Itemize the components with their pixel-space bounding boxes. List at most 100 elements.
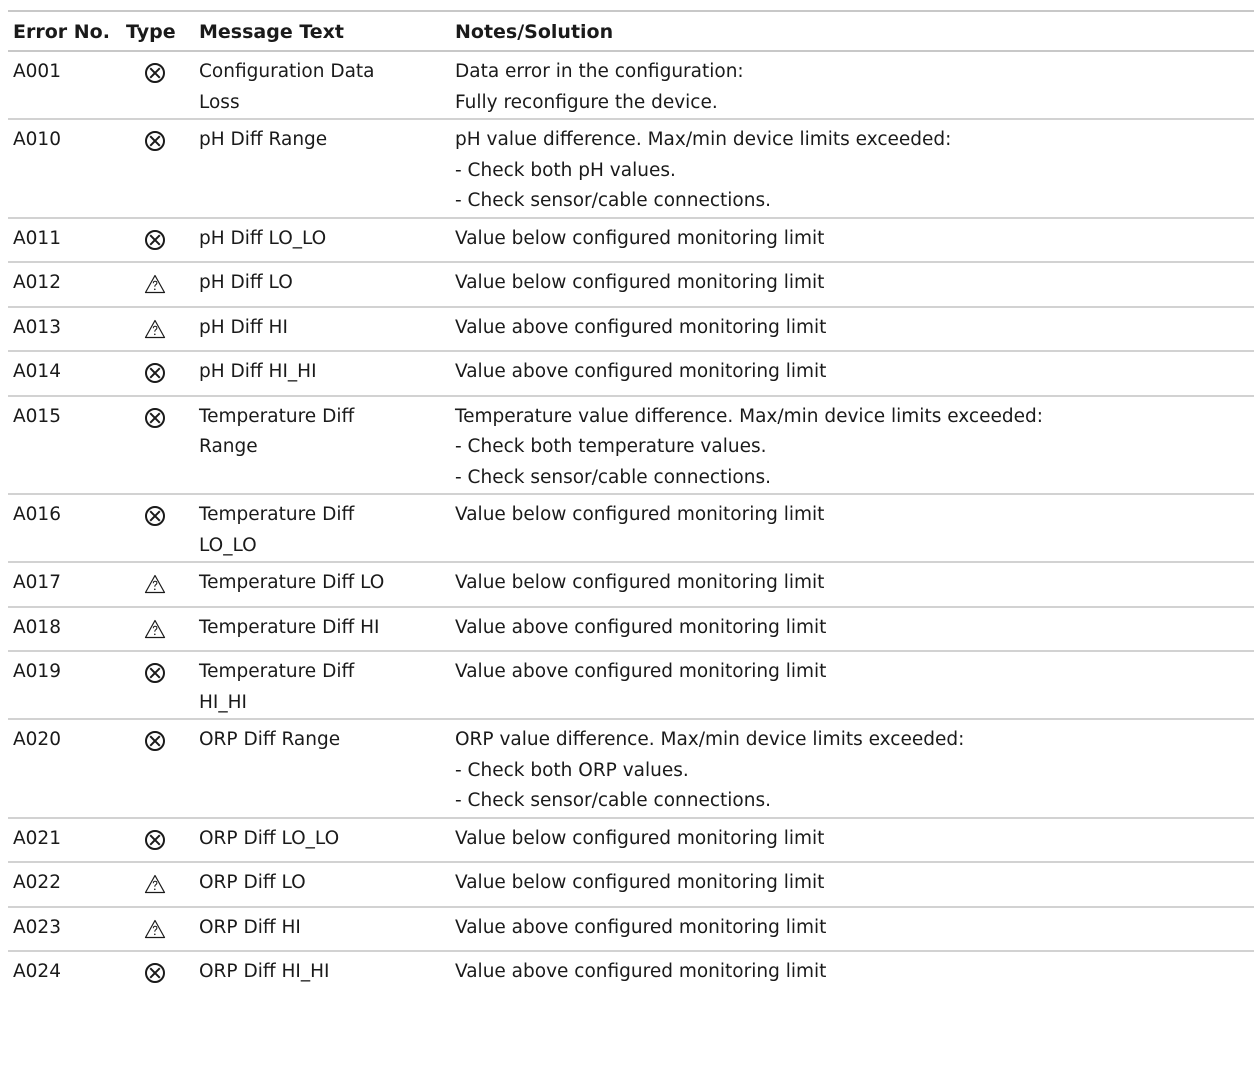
message-text-cell: ORP Diff LO_LO xyxy=(194,817,450,863)
error-number-cell: A021 xyxy=(8,817,121,863)
message-text-cell: pH Diff LO_LO xyxy=(194,217,450,263)
message-text-cell: pH Diff HI_HI xyxy=(194,351,450,397)
notes-solution-cell: Value below configured monitoring limit xyxy=(450,262,1254,308)
error-number-cell: A023 xyxy=(8,906,121,952)
warning-icon xyxy=(144,318,166,340)
error-number-cell: A018 xyxy=(8,606,121,652)
table-row: A018 Temperature Diff HI Value above confi… xyxy=(8,606,1254,652)
error-number-cell: A015 xyxy=(8,395,121,495)
message-text-line: LO_LO xyxy=(199,534,257,556)
notes-line: Value above configured monitoring limit xyxy=(455,661,827,682)
message-text-line: Temperature Diff xyxy=(199,405,355,427)
notes-line: - Check both ORP values. xyxy=(455,759,689,781)
notes-line: - Check sensor/cable connections. xyxy=(455,466,771,488)
message-text-cell: Configuration Data Loss xyxy=(194,51,450,120)
table-row: A014 pH Diff HI_HI Value above configured … xyxy=(8,351,1254,397)
notes-solution-cell: Value below configured monitoring limit xyxy=(450,494,1254,563)
error-number-cell: A024 xyxy=(13,961,61,982)
notes-solution-cell: Value above configured monitoring limit xyxy=(450,906,1254,952)
failure-icon xyxy=(144,362,166,384)
error-number-cell: A019 xyxy=(8,651,121,720)
notes-solution-cell: ORP value difference. Max/min device lim… xyxy=(450,719,1254,819)
notes-line: pH value difference. Max/min device limi… xyxy=(455,129,952,150)
header-type: Type xyxy=(121,10,194,52)
message-text-cell: Temperature Diff HI_HI xyxy=(194,651,450,720)
table-row: A010 pH Diff Range pH value difference. Ma… xyxy=(8,119,1254,219)
type-cell xyxy=(121,562,194,608)
message-text-line: ORP Diff HI_HI xyxy=(199,961,330,982)
message-text-line: HI_HI xyxy=(199,691,247,713)
notes-solution-cell: Value above configured monitoring limit xyxy=(450,951,1254,995)
table-row: A024 ORP Diff HI_HI Value above configured… xyxy=(8,951,1254,995)
table-row: A023 ORP Diff HI Value above configured mo… xyxy=(8,906,1254,952)
message-text-line: pH Diff Range xyxy=(199,129,328,150)
type-cell xyxy=(121,306,194,352)
notes-line: Value below configured monitoring limit xyxy=(455,272,825,293)
error-number-cell: A012 xyxy=(8,262,121,308)
error-number-cell: A011 xyxy=(8,217,121,263)
notes-solution-cell: Temperature value difference. Max/min de… xyxy=(450,395,1254,495)
message-text-line: Loss xyxy=(199,91,240,113)
table-row: A011 pH Diff LO_LO Value below configured … xyxy=(8,217,1254,263)
notes-line: - Check sensor/cable connections. xyxy=(455,790,771,811)
notes-solution-cell: Value below configured monitoring limit xyxy=(450,817,1254,863)
notes-line: ORP value difference. Max/min device lim… xyxy=(455,729,965,750)
message-text-cell: ORP Diff HI xyxy=(194,906,450,952)
notes-line: Value below configured monitoring limit xyxy=(455,504,825,525)
notes-line: - Check sensor/cable connections. xyxy=(455,190,771,211)
notes-line: Value below configured monitoring limit xyxy=(455,827,825,849)
type-cell xyxy=(121,951,194,995)
failure-icon xyxy=(144,130,166,152)
message-text-line: pH Diff HI xyxy=(199,316,288,338)
message-text-cell: pH Diff LO xyxy=(194,262,450,308)
notes-line: Value above configured monitoring limit xyxy=(455,361,827,382)
type-cell xyxy=(121,395,194,495)
header-message-text: Message Text xyxy=(194,10,450,52)
notes-line: Value below configured monitoring limit xyxy=(455,572,825,593)
type-cell xyxy=(121,606,194,652)
message-text-cell: Temperature Diff HI xyxy=(194,606,450,652)
table-row: A017 Temperature Diff LO Value below confi… xyxy=(8,562,1254,608)
error-number-cell: A013 xyxy=(8,306,121,352)
table-body: A001 Configuration Data Loss Data error in … xyxy=(8,51,1254,995)
message-text-line: pH Diff LO_LO xyxy=(199,227,327,249)
type-cell xyxy=(121,906,194,952)
type-cell xyxy=(121,719,194,819)
type-cell xyxy=(121,351,194,397)
message-text-line: Configuration Data xyxy=(199,61,375,82)
message-text-line: pH Diff LO xyxy=(199,272,293,293)
notes-line: Value below configured monitoring limit xyxy=(455,227,825,249)
message-text-cell: pH Diff Range xyxy=(194,119,450,219)
notes-line: Temperature value difference. Max/min de… xyxy=(455,405,1043,427)
type-cell xyxy=(121,217,194,263)
table-row: A016 Temperature Diff LO_LO Value below con… xyxy=(8,494,1254,563)
notes-solution-cell: Value above configured monitoring limit xyxy=(450,351,1254,397)
message-text-line: Temperature Diff HI xyxy=(199,616,380,638)
notes-solution-cell: Value above configured monitoring limit xyxy=(450,606,1254,652)
warning-icon xyxy=(144,618,166,640)
warning-icon xyxy=(144,873,166,895)
failure-icon xyxy=(144,407,166,429)
error-number-cell: A016 xyxy=(8,494,121,563)
table-row: A015 Temperature Diff Range Temperature val… xyxy=(8,395,1254,495)
table-row: A019 Temperature Diff HI_HI Value above con… xyxy=(8,651,1254,720)
failure-icon xyxy=(144,662,166,684)
notes-line: Value below configured monitoring limit xyxy=(455,872,825,893)
notes-line: - Check both temperature values. xyxy=(455,436,767,457)
table-row: A001 Configuration Data Loss Data error in … xyxy=(8,51,1254,120)
notes-line: - Check both pH values. xyxy=(455,159,676,181)
notes-solution-cell: Value below configured monitoring limit xyxy=(450,862,1254,908)
message-text-line: Range xyxy=(199,436,258,457)
warning-icon xyxy=(144,273,166,295)
error-message-table: Error No. Type Message Text Notes/Soluti… xyxy=(8,10,1254,995)
failure-icon xyxy=(144,730,166,752)
notes-solution-cell: pH value difference. Max/min device limi… xyxy=(450,119,1254,219)
notes-line: Value above configured monitoring limit xyxy=(455,961,827,982)
notes-solution-cell: Value below configured monitoring limit xyxy=(450,217,1254,263)
failure-icon xyxy=(144,62,166,84)
error-number-cell: A014 xyxy=(8,351,121,397)
type-cell xyxy=(121,817,194,863)
message-text-line: ORP Diff Range xyxy=(199,729,341,750)
notes-line: Value above configured monitoring limit xyxy=(455,616,827,638)
notes-line: Fully reconfigure the device. xyxy=(455,91,718,113)
